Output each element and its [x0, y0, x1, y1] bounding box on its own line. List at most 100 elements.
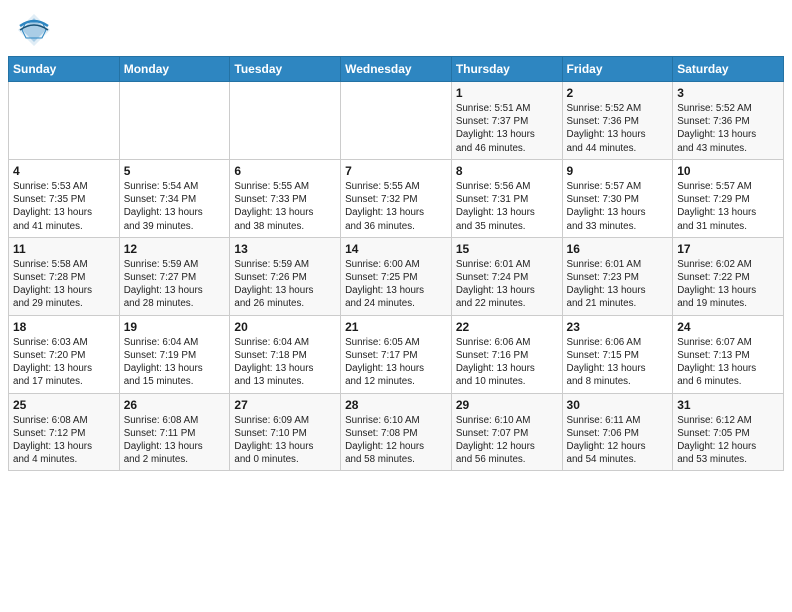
week-row-5: 25Sunrise: 6:08 AMSunset: 7:12 PMDayligh…: [9, 393, 784, 471]
day-info: Sunrise: 6:11 AMSunset: 7:06 PMDaylight:…: [567, 414, 669, 467]
calendar-cell: 25Sunrise: 6:08 AMSunset: 7:12 PMDayligh…: [9, 393, 120, 471]
day-number: 4: [13, 164, 115, 178]
calendar-cell: 28 Sunrise: 6:10 AMSunset: 7:08 PMDayligh…: [341, 393, 452, 471]
day-info: Sunrise: 5:52 AMSunset: 7:36 PMDaylight:…: [677, 102, 779, 155]
day-info: Sunrise: 6:04 AMSunset: 7:18 PMDaylight:…: [234, 336, 336, 389]
week-row-3: 11Sunrise: 5:58 AMSunset: 7:28 PMDayligh…: [9, 237, 784, 315]
day-number: 1: [456, 86, 558, 100]
calendar-cell: 20 Sunrise: 6:04 AMSunset: 7:18 PMDayligh…: [230, 315, 341, 393]
day-info: Sunrise: 5:52 AMSunset: 7:36 PMDaylight:…: [567, 102, 669, 155]
day-info: Sunrise: 6:07 AMSunset: 7:13 PMDaylight:…: [677, 336, 779, 389]
day-number: 28: [345, 398, 447, 412]
calendar-cell: 9 Sunrise: 5:57 AMSunset: 7:30 PMDaylight…: [562, 159, 673, 237]
day-info: Sunrise: 6:10 AMSunset: 7:08 PMDaylight:…: [345, 414, 447, 467]
day-number: 27: [234, 398, 336, 412]
calendar-cell: 13 Sunrise: 5:59 AMSunset: 7:26 PMDayligh…: [230, 237, 341, 315]
day-number: 19: [124, 320, 226, 334]
day-number: 8: [456, 164, 558, 178]
day-number: 2: [567, 86, 669, 100]
day-info: Sunrise: 6:01 AMSunset: 7:24 PMDaylight:…: [456, 258, 558, 311]
day-info: Sunrise: 6:10 AMSunset: 7:07 PMDaylight:…: [456, 414, 558, 467]
calendar-cell: 23 Sunrise: 6:06 AMSunset: 7:15 PMDayligh…: [562, 315, 673, 393]
calendar-cell: 4 Sunrise: 5:53 AMSunset: 7:35 PMDaylight…: [9, 159, 120, 237]
day-number: 24: [677, 320, 779, 334]
calendar-cell: 7Sunrise: 5:55 AMSunset: 7:32 PMDaylight…: [341, 159, 452, 237]
day-number: 14: [345, 242, 447, 256]
day-info: Sunrise: 5:59 AMSunset: 7:26 PMDaylight:…: [234, 258, 336, 311]
calendar-table: SundayMondayTuesdayWednesdayThursdayFrid…: [8, 56, 784, 471]
day-info: Sunrise: 6:03 AMSunset: 7:20 PMDaylight:…: [13, 336, 115, 389]
logo: [16, 12, 56, 48]
weekday-header-friday: Friday: [562, 57, 673, 82]
day-info: Sunrise: 6:08 AMSunset: 7:12 PMDaylight:…: [13, 414, 115, 467]
day-number: 31: [677, 398, 779, 412]
weekday-row: SundayMondayTuesdayWednesdayThursdayFrid…: [9, 57, 784, 82]
calendar-cell: 2 Sunrise: 5:52 AMSunset: 7:36 PMDaylight…: [562, 82, 673, 160]
day-number: 5: [124, 164, 226, 178]
day-number: 12: [124, 242, 226, 256]
day-number: 23: [567, 320, 669, 334]
day-info: Sunrise: 5:53 AMSunset: 7:35 PMDaylight:…: [13, 180, 115, 233]
calendar-cell: [119, 82, 230, 160]
day-info: Sunrise: 6:06 AMSunset: 7:15 PMDaylight:…: [567, 336, 669, 389]
day-info: Sunrise: 6:02 AMSunset: 7:22 PMDaylight:…: [677, 258, 779, 311]
day-number: 15: [456, 242, 558, 256]
day-info: Sunrise: 6:06 AMSunset: 7:16 PMDaylight:…: [456, 336, 558, 389]
day-number: 13: [234, 242, 336, 256]
week-row-1: 1 Sunrise: 5:51 AMSunset: 7:37 PMDaylight…: [9, 82, 784, 160]
day-info: Sunrise: 6:08 AMSunset: 7:11 PMDaylight:…: [124, 414, 226, 467]
calendar-cell: 12Sunrise: 5:59 AMSunset: 7:27 PMDayligh…: [119, 237, 230, 315]
week-row-2: 4 Sunrise: 5:53 AMSunset: 7:35 PMDaylight…: [9, 159, 784, 237]
page-header: [0, 0, 792, 56]
calendar-cell: 15 Sunrise: 6:01 AMSunset: 7:24 PMDayligh…: [451, 237, 562, 315]
calendar-body: 1 Sunrise: 5:51 AMSunset: 7:37 PMDaylight…: [9, 82, 784, 471]
day-info: Sunrise: 5:51 AMSunset: 7:37 PMDaylight:…: [456, 102, 558, 155]
day-number: 26: [124, 398, 226, 412]
calendar-cell: 22 Sunrise: 6:06 AMSunset: 7:16 PMDayligh…: [451, 315, 562, 393]
calendar-cell: 17 Sunrise: 6:02 AMSunset: 7:22 PMDayligh…: [673, 237, 784, 315]
day-info: Sunrise: 6:12 AMSunset: 7:05 PMDaylight:…: [677, 414, 779, 467]
calendar-cell: 18 Sunrise: 6:03 AMSunset: 7:20 PMDayligh…: [9, 315, 120, 393]
day-number: 9: [567, 164, 669, 178]
calendar-cell: 30Sunrise: 6:11 AMSunset: 7:06 PMDayligh…: [562, 393, 673, 471]
day-info: Sunrise: 5:57 AMSunset: 7:30 PMDaylight:…: [567, 180, 669, 233]
day-number: 22: [456, 320, 558, 334]
calendar-cell: 6Sunrise: 5:55 AMSunset: 7:33 PMDaylight…: [230, 159, 341, 237]
calendar-cell: 5 Sunrise: 5:54 AMSunset: 7:34 PMDaylight…: [119, 159, 230, 237]
day-info: Sunrise: 6:00 AMSunset: 7:25 PMDaylight:…: [345, 258, 447, 311]
calendar-cell: 19 Sunrise: 6:04 AMSunset: 7:19 PMDayligh…: [119, 315, 230, 393]
calendar-cell: 16Sunrise: 6:01 AMSunset: 7:23 PMDayligh…: [562, 237, 673, 315]
day-number: 17: [677, 242, 779, 256]
weekday-header-tuesday: Tuesday: [230, 57, 341, 82]
calendar-cell: 11Sunrise: 5:58 AMSunset: 7:28 PMDayligh…: [9, 237, 120, 315]
day-number: 18: [13, 320, 115, 334]
calendar-cell: 14 Sunrise: 6:00 AMSunset: 7:25 PMDayligh…: [341, 237, 452, 315]
day-number: 16: [567, 242, 669, 256]
day-number: 21: [345, 320, 447, 334]
calendar-cell: [9, 82, 120, 160]
calendar-cell: 3 Sunrise: 5:52 AMSunset: 7:36 PMDaylight…: [673, 82, 784, 160]
day-number: 10: [677, 164, 779, 178]
calendar-cell: 24 Sunrise: 6:07 AMSunset: 7:13 PMDayligh…: [673, 315, 784, 393]
day-info: Sunrise: 6:04 AMSunset: 7:19 PMDaylight:…: [124, 336, 226, 389]
weekday-header-thursday: Thursday: [451, 57, 562, 82]
calendar-header: SundayMondayTuesdayWednesdayThursdayFrid…: [9, 57, 784, 82]
day-info: Sunrise: 5:54 AMSunset: 7:34 PMDaylight:…: [124, 180, 226, 233]
day-number: 20: [234, 320, 336, 334]
calendar-wrapper: SundayMondayTuesdayWednesdayThursdayFrid…: [0, 56, 792, 475]
logo-icon: [16, 12, 52, 48]
weekday-header-wednesday: Wednesday: [341, 57, 452, 82]
weekday-header-monday: Monday: [119, 57, 230, 82]
day-info: Sunrise: 5:57 AMSunset: 7:29 PMDaylight:…: [677, 180, 779, 233]
weekday-header-sunday: Sunday: [9, 57, 120, 82]
day-number: 3: [677, 86, 779, 100]
calendar-cell: [341, 82, 452, 160]
day-number: 11: [13, 242, 115, 256]
day-number: 7: [345, 164, 447, 178]
calendar-cell: 10 Sunrise: 5:57 AMSunset: 7:29 PMDayligh…: [673, 159, 784, 237]
calendar-cell: 8Sunrise: 5:56 AMSunset: 7:31 PMDaylight…: [451, 159, 562, 237]
calendar-cell: 21 Sunrise: 6:05 AMSunset: 7:17 PMDayligh…: [341, 315, 452, 393]
calendar-cell: 29Sunrise: 6:10 AMSunset: 7:07 PMDayligh…: [451, 393, 562, 471]
day-info: Sunrise: 6:05 AMSunset: 7:17 PMDaylight:…: [345, 336, 447, 389]
week-row-4: 18 Sunrise: 6:03 AMSunset: 7:20 PMDayligh…: [9, 315, 784, 393]
